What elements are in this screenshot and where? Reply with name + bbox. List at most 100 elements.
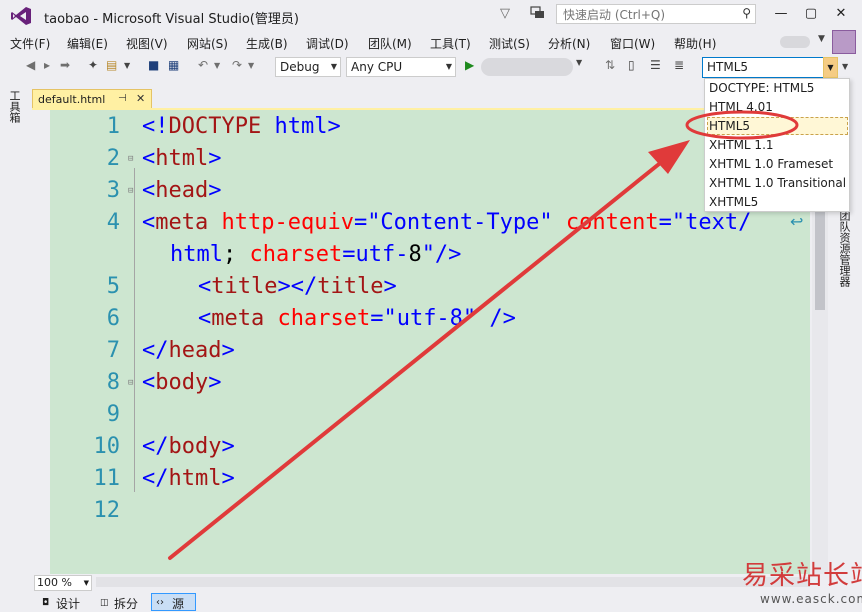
line-number: 4	[106, 210, 120, 235]
split-icon: ◫	[100, 598, 109, 608]
quick-launch-input[interactable]	[561, 6, 735, 24]
design-view-button[interactable]: 设计	[56, 595, 80, 612]
comment-lines-icon[interactable]: ☰	[650, 58, 661, 72]
horizontal-scrollbar[interactable]	[96, 577, 810, 587]
source-view-button[interactable]: 源	[172, 595, 184, 612]
code-line[interactable]: <title></title>	[198, 274, 397, 299]
target-schema-list: DOCTYPE: HTML5 HTML 4.01 HTML5 XHTML 1.1…	[704, 78, 850, 212]
zoom-dropdown[interactable]: 100 % ▼	[34, 575, 92, 591]
code-line[interactable]: <body>	[142, 370, 221, 395]
line-number: 1	[106, 114, 120, 139]
menu-website[interactable]: 网站(S)	[187, 35, 228, 52]
search-icon[interactable]: ⚲	[742, 6, 751, 20]
collapse-icon[interactable]: ⊟	[128, 154, 133, 164]
undo-icon[interactable]: ↶	[198, 58, 208, 72]
code-line[interactable]: <!DOCTYPE html>	[142, 114, 341, 139]
open-file-icon[interactable]: ▤	[106, 58, 117, 72]
feedback-icon[interactable]	[530, 5, 546, 21]
new-project-icon[interactable]: ✦	[88, 58, 98, 72]
maximize-button[interactable]: ▢	[798, 4, 824, 24]
menu-analyze[interactable]: 分析(N)	[548, 35, 590, 52]
schema-option[interactable]: XHTML 1.0 Transitional	[709, 176, 846, 190]
design-icon: ◘	[42, 598, 50, 608]
code-line[interactable]: <meta http-equiv="Content-Type" content=…	[142, 210, 751, 235]
line-number: 5	[106, 274, 120, 299]
document-icon[interactable]: ▯	[628, 58, 635, 72]
code-line[interactable]: html; charset=utf-8"/>	[170, 242, 461, 267]
user-name-blurred[interactable]	[780, 36, 810, 48]
code-line[interactable]: <meta charset="utf-8" />	[198, 306, 516, 331]
line-number: 6	[106, 306, 120, 331]
chevron-down-icon[interactable]: ▼	[823, 57, 838, 78]
chevron-down-icon: ▼	[83, 579, 89, 587]
line-number: 10	[93, 434, 121, 459]
redo-icon[interactable]: ↷	[232, 58, 242, 72]
quick-launch-box[interactable]: ⚲	[556, 4, 756, 24]
start-target-blurred[interactable]	[481, 58, 573, 76]
menu-bar: 文件(F) 编辑(E) 视图(V) 网站(S) 生成(B) 调试(D) 团队(M…	[0, 32, 862, 54]
open-dropdown-icon[interactable]: ▼	[124, 61, 130, 70]
save-all-icon[interactable]: ▦	[168, 58, 179, 72]
collapse-icon[interactable]: ⊟	[128, 378, 133, 388]
menu-file[interactable]: 文件(F)	[10, 35, 50, 52]
menu-window[interactable]: 窗口(W)	[610, 35, 655, 52]
code-line[interactable]: </head>	[142, 338, 235, 363]
uncomment-lines-icon[interactable]: ≣	[674, 58, 684, 72]
toolbar-overflow-icon[interactable]: ▼	[842, 62, 848, 71]
menu-view[interactable]: 视图(V)	[126, 35, 168, 52]
line-number: 11	[93, 466, 121, 491]
notification-filter-icon[interactable]: ▽	[500, 6, 510, 21]
schema-option[interactable]: XHTML 1.0 Frameset	[709, 157, 833, 171]
toolbar-options-icon[interactable]: ⇅	[605, 58, 615, 72]
schema-option[interactable]: XHTML 1.1	[709, 138, 774, 152]
line-number: 12	[93, 498, 121, 523]
code-line[interactable]: </body>	[142, 434, 235, 459]
line-number: 2	[106, 146, 120, 171]
save-icon[interactable]: ■	[148, 58, 159, 72]
chevron-down-icon: ▼	[445, 62, 452, 71]
schema-option[interactable]: XHTML5	[709, 195, 758, 209]
solution-config-dropdown[interactable]: Debug ▼	[275, 57, 341, 77]
avatar[interactable]	[832, 30, 856, 54]
code-line[interactable]: </html>	[142, 466, 235, 491]
visual-studio-logo-icon	[11, 7, 31, 25]
target-schema-dropdown[interactable]: HTML5	[702, 57, 838, 78]
start-debug-icon[interactable]: ▶	[465, 58, 474, 72]
close-icon[interactable]: ✕	[136, 92, 145, 105]
schema-option-selected[interactable]: HTML5	[709, 119, 750, 133]
split-view-button[interactable]: 拆分	[114, 595, 138, 612]
undo-dropdown-icon[interactable]: ▼	[214, 61, 220, 70]
chevron-down-icon[interactable]: ▼	[818, 34, 825, 44]
menu-edit[interactable]: 编辑(E)	[67, 35, 108, 52]
minimize-button[interactable]: —	[768, 4, 794, 24]
target-schema-value: HTML5	[707, 60, 749, 74]
menu-debug[interactable]: 调试(D)	[306, 35, 349, 52]
pin-icon[interactable]: ⊣	[118, 93, 127, 104]
schema-option[interactable]: HTML 4.01	[709, 100, 773, 114]
forward-nav-icon[interactable]: ➡	[60, 58, 70, 72]
code-line[interactable]: <html>	[142, 146, 221, 171]
schema-option[interactable]: DOCTYPE: HTML5	[709, 81, 814, 95]
close-button[interactable]: ✕	[828, 4, 854, 24]
menu-help[interactable]: 帮助(H)	[674, 35, 716, 52]
team-explorer-tab[interactable]: 团队资源管理器	[836, 210, 852, 287]
menu-build[interactable]: 生成(B)	[246, 35, 288, 52]
solution-platform-dropdown[interactable]: Any CPU ▼	[346, 57, 456, 77]
toolbox-tab[interactable]: 工具箱	[8, 90, 22, 123]
tab-default-html[interactable]: default.html ⊣ ✕	[32, 89, 152, 109]
indicator-margin	[32, 110, 50, 574]
menu-tools[interactable]: 工具(T)	[430, 35, 471, 52]
window-title: taobao - Microsoft Visual Studio(管理员)	[44, 12, 299, 27]
redo-dropdown-icon[interactable]: ▼	[248, 61, 254, 70]
chevron-down-icon[interactable]: ▼	[576, 58, 582, 67]
menu-team[interactable]: 团队(M)	[368, 35, 412, 52]
collapse-icon[interactable]: ⊟	[128, 186, 133, 196]
code-line[interactable]: <head>	[142, 178, 221, 203]
chevron-down-icon: ▼	[330, 62, 337, 71]
watermark-url: www.easck.com	[760, 592, 862, 606]
back-icon[interactable]: ◀	[26, 58, 35, 72]
toolbox-strip	[0, 84, 28, 584]
menu-test[interactable]: 测试(S)	[489, 35, 530, 52]
forward-icon[interactable]: ▸	[44, 58, 50, 72]
line-number: 9	[106, 402, 120, 427]
